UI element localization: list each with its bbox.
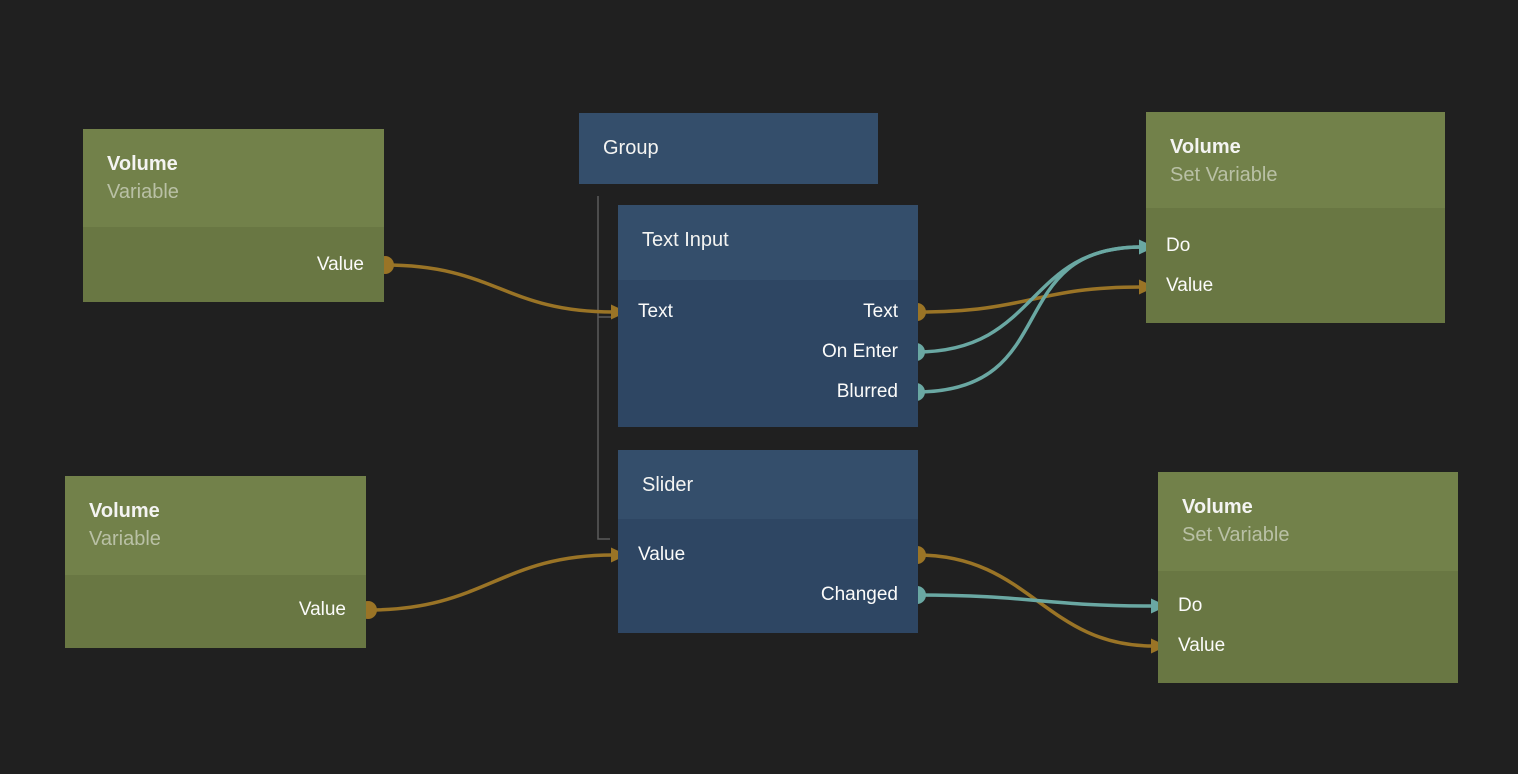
- node-body: Do Value: [1158, 571, 1458, 683]
- output-port-label-text: Text: [863, 301, 898, 323]
- node-slider[interactable]: Slider Value Changed: [618, 450, 918, 633]
- node-title: Volume: [107, 150, 360, 178]
- port-row: Value: [1158, 626, 1458, 666]
- node-text-input[interactable]: Text Input Text Text On Enter Blurred: [618, 205, 918, 427]
- wire-textinput-blurred-to-setvariable-do[interactable]: [916, 247, 1141, 392]
- port-row: Do: [1158, 586, 1458, 626]
- node-header[interactable]: Volume Variable: [65, 476, 366, 575]
- node-set-variable-volume-top[interactable]: Volume Set Variable Do Value: [1146, 112, 1445, 323]
- port-row: Blurred: [618, 372, 918, 412]
- node-variable-volume-bottom[interactable]: Volume Variable Value: [65, 476, 366, 648]
- node-body: Value: [65, 575, 366, 648]
- node-header[interactable]: Volume Set Variable: [1146, 112, 1445, 208]
- node-subtitle: Variable: [89, 525, 342, 553]
- output-port-label-blurred: Blurred: [837, 381, 898, 403]
- node-body: Value Changed: [618, 519, 918, 633]
- input-port-label-value: Value: [638, 544, 685, 566]
- output-port-label-value: Value: [299, 599, 346, 621]
- node-subtitle: Set Variable: [1182, 521, 1434, 549]
- input-port-label-do: Do: [1178, 595, 1202, 617]
- wire-textinput-text-to-setvariable-value[interactable]: [917, 287, 1141, 312]
- node-group[interactable]: Group: [579, 113, 878, 184]
- output-port-label-changed: Changed: [821, 584, 898, 606]
- node-title: Text Input: [642, 226, 894, 254]
- port-row: Changed: [618, 575, 918, 615]
- output-port-label-on-enter: On Enter: [822, 341, 898, 363]
- port-row: Value: [618, 535, 918, 575]
- node-set-variable-volume-bottom[interactable]: Volume Set Variable Do Value: [1158, 472, 1458, 683]
- input-port-label-value: Value: [1166, 275, 1213, 297]
- node-subtitle: Set Variable: [1170, 161, 1421, 189]
- input-port-label-value: Value: [1178, 635, 1225, 657]
- node-graph-canvas[interactable]: Volume Variable Value Volume Variable Va…: [0, 0, 1518, 774]
- port-row: On Enter: [618, 332, 918, 372]
- node-header[interactable]: Volume Variable: [83, 129, 384, 227]
- node-header[interactable]: Volume Set Variable: [1158, 472, 1458, 571]
- port-row: Do: [1146, 226, 1445, 266]
- input-port-label-do: Do: [1166, 235, 1190, 257]
- node-title: Volume: [1170, 133, 1421, 161]
- node-title: Volume: [89, 497, 342, 525]
- port-row: Value: [1146, 266, 1445, 306]
- node-subtitle: Variable: [107, 178, 360, 206]
- wire-slider-changed-to-setvariable-do[interactable]: [917, 595, 1153, 606]
- node-body: Do Value: [1146, 208, 1445, 323]
- output-port-label-value: Value: [317, 254, 364, 276]
- group-children-line: [598, 196, 610, 539]
- input-port-label-text: Text: [638, 301, 673, 323]
- node-variable-volume-top[interactable]: Volume Variable Value: [83, 129, 384, 302]
- port-row: Value: [83, 245, 384, 285]
- port-row: Text Text: [618, 292, 918, 332]
- node-title: Group: [603, 134, 854, 162]
- wire-variable-value-to-textinput-text[interactable]: [385, 265, 613, 312]
- node-header[interactable]: Group: [579, 113, 878, 184]
- node-title: Slider: [642, 471, 894, 499]
- node-header[interactable]: Slider: [618, 450, 918, 519]
- wire-variable-value-to-slider-value[interactable]: [368, 555, 613, 610]
- port-row: Value: [65, 590, 366, 630]
- node-body: Value: [83, 227, 384, 302]
- node-title: Volume: [1182, 493, 1434, 521]
- node-header[interactable]: Text Input: [618, 205, 918, 280]
- node-body: Text Text On Enter Blurred: [618, 280, 918, 427]
